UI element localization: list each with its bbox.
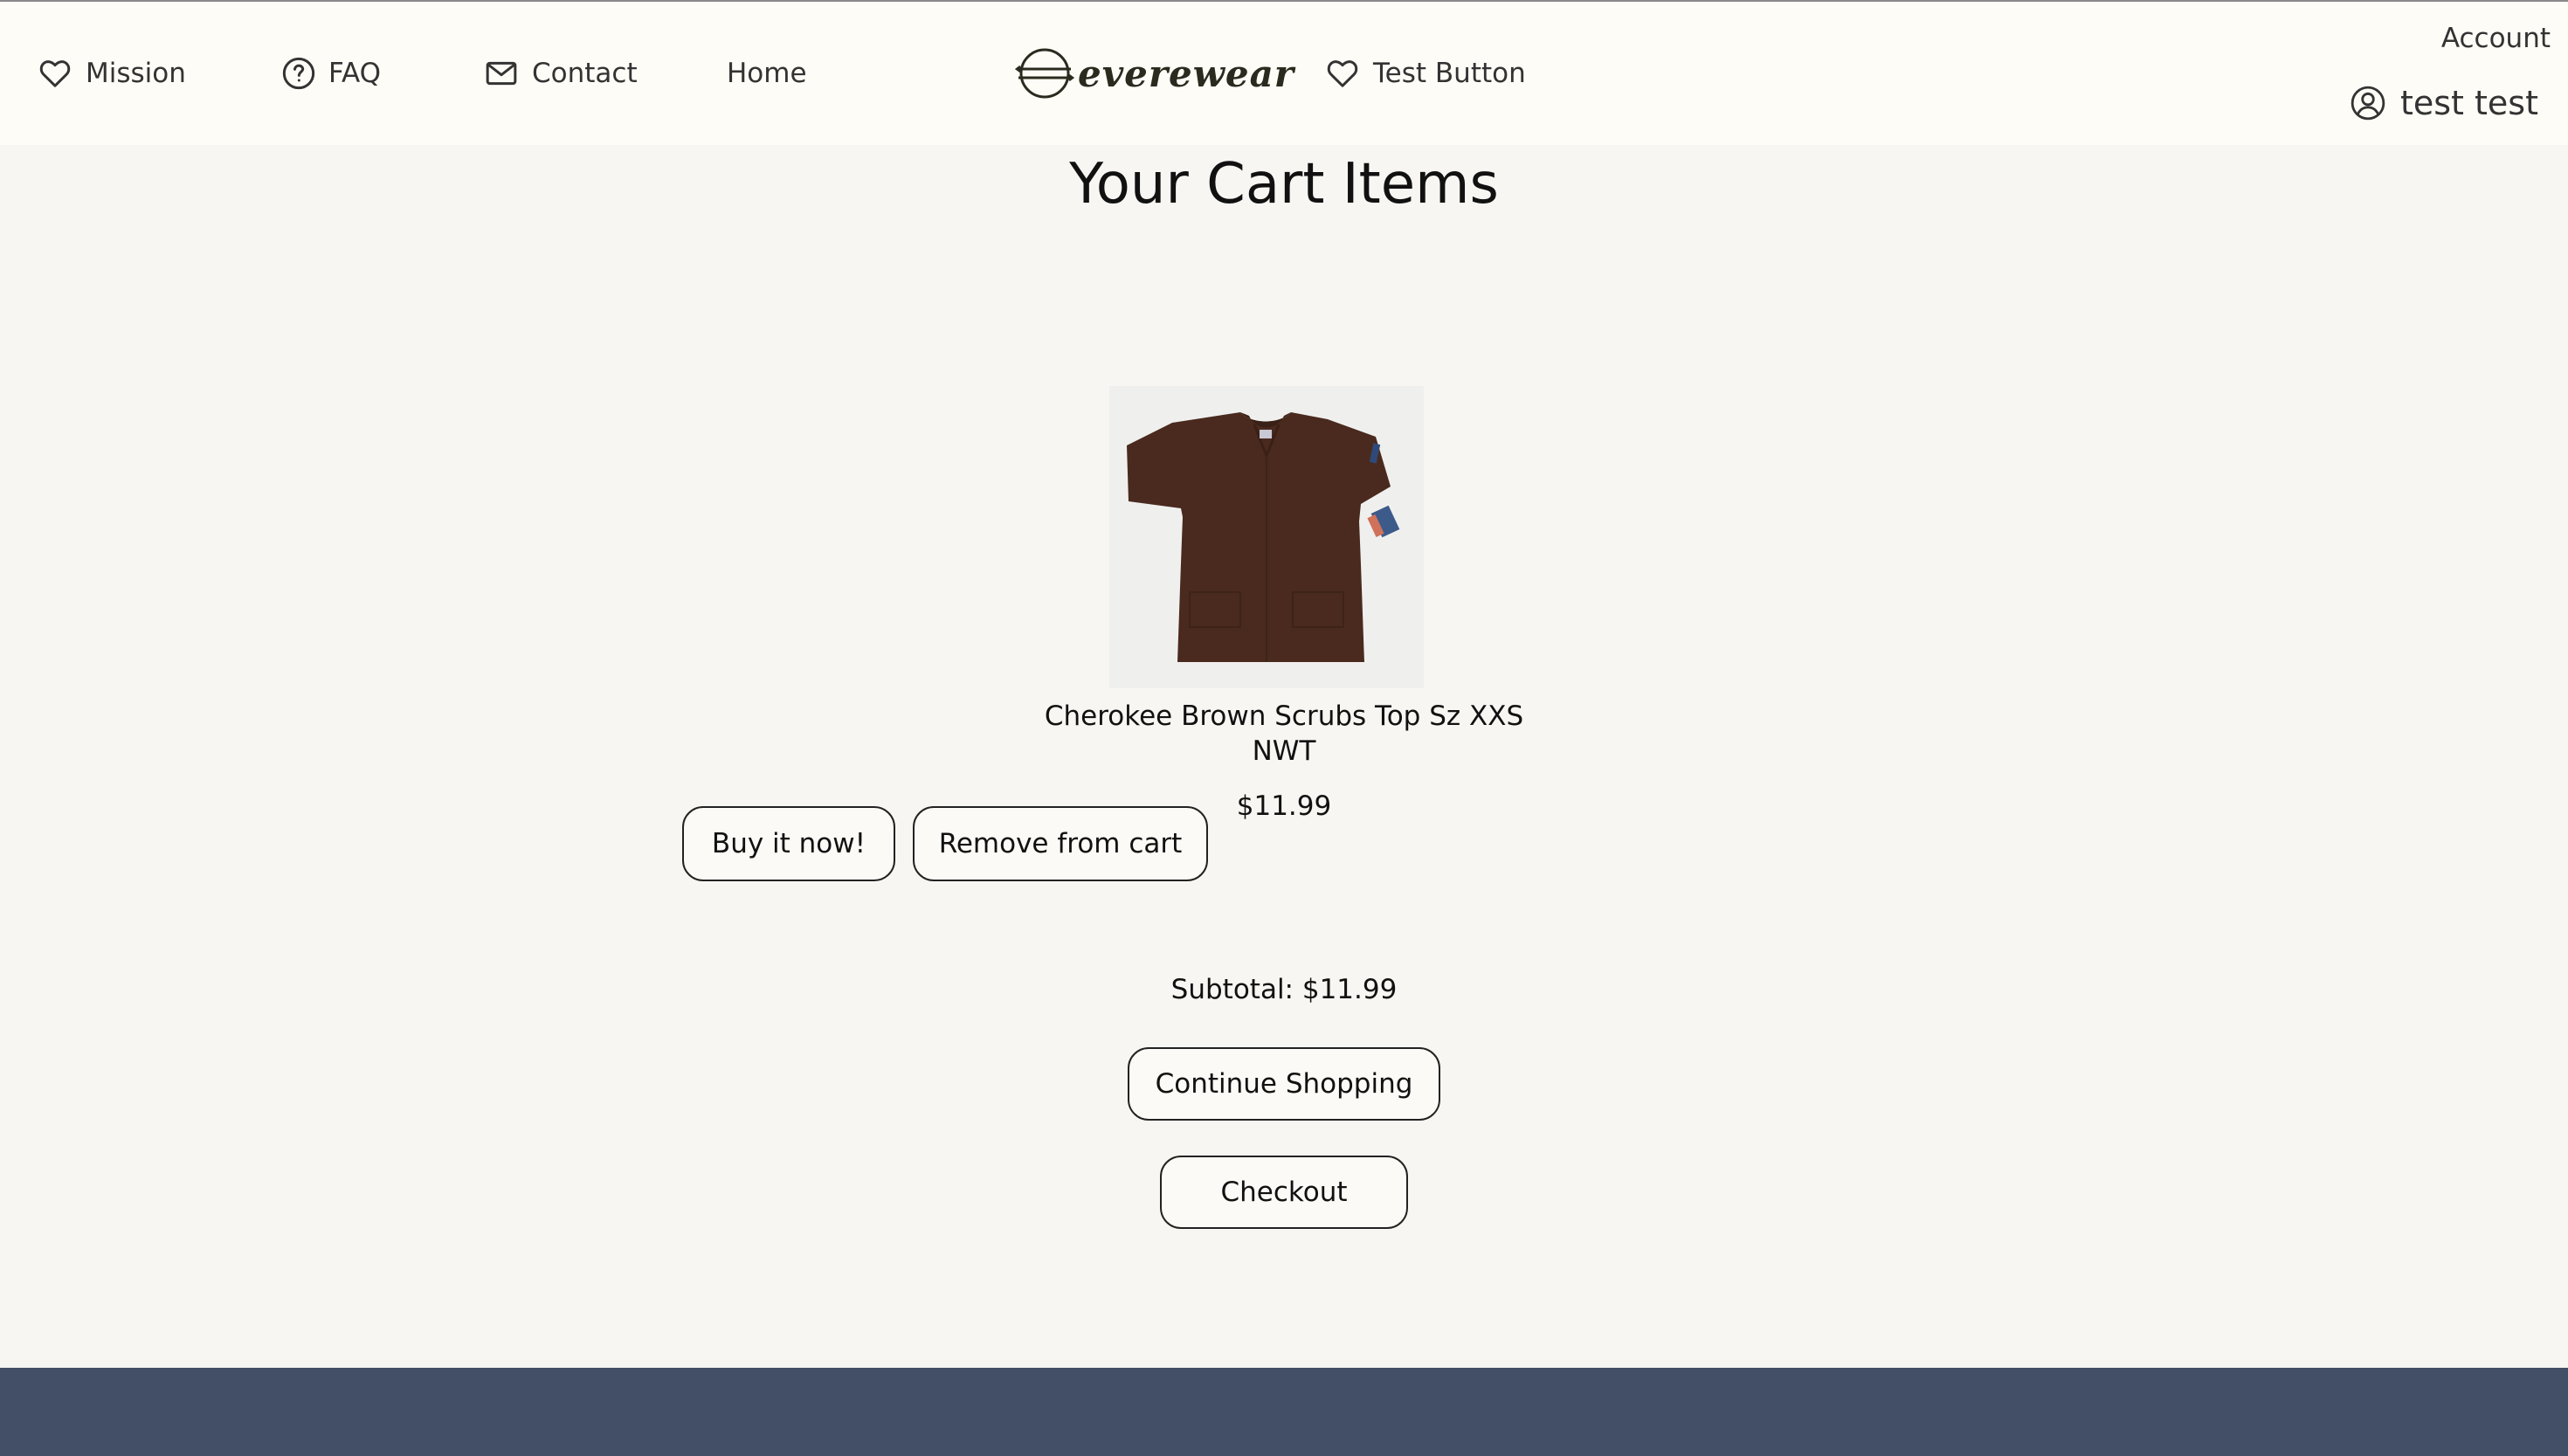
account-link[interactable]: Account bbox=[2441, 23, 2551, 54]
heart-icon bbox=[1327, 60, 1358, 87]
user-name: test test bbox=[2399, 84, 2538, 122]
buy-now-button[interactable]: Buy it now! bbox=[682, 806, 895, 881]
nav-test-button-label: Test Button bbox=[1373, 58, 1526, 89]
site-header: Mission FAQ Contact Home everewear Test … bbox=[0, 0, 2568, 145]
brand-logo[interactable]: everewear bbox=[1015, 45, 1294, 101]
product-name: Cherokee Brown Scrubs Top Sz XXS NWT bbox=[1044, 700, 1524, 767]
nav-faq-label: FAQ bbox=[328, 58, 382, 89]
nav-faq[interactable]: FAQ bbox=[281, 52, 381, 94]
heart-icon bbox=[39, 60, 71, 87]
nav-contact-label: Contact bbox=[532, 58, 638, 89]
user-menu[interactable]: test test bbox=[2350, 80, 2538, 126]
product-image bbox=[1109, 386, 1424, 688]
nav-test-button[interactable]: Test Button bbox=[1324, 52, 1526, 94]
nav-contact[interactable]: Contact bbox=[483, 52, 638, 94]
brand-name: everewear bbox=[1078, 52, 1294, 95]
remove-from-cart-button[interactable]: Remove from cart bbox=[913, 806, 1208, 881]
subtotal: Subtotal: $11.99 bbox=[1170, 974, 1398, 1005]
logo-mark-icon bbox=[1015, 48, 1074, 99]
nav-mission-label: Mission bbox=[86, 58, 186, 89]
nav-home[interactable]: Home bbox=[727, 52, 807, 94]
checkout-button[interactable]: Checkout bbox=[1160, 1156, 1408, 1229]
site-footer bbox=[0, 1368, 2568, 1456]
continue-shopping-button[interactable]: Continue Shopping bbox=[1128, 1047, 1440, 1121]
nav-home-label: Home bbox=[727, 58, 807, 89]
scrubs-top-image bbox=[1109, 386, 1424, 688]
question-circle-icon bbox=[282, 57, 315, 90]
envelope-icon bbox=[486, 61, 517, 86]
nav-mission[interactable]: Mission bbox=[37, 52, 186, 94]
user-circle-icon bbox=[2351, 86, 2385, 121]
page-title: Your Cart Items bbox=[1069, 152, 1499, 217]
